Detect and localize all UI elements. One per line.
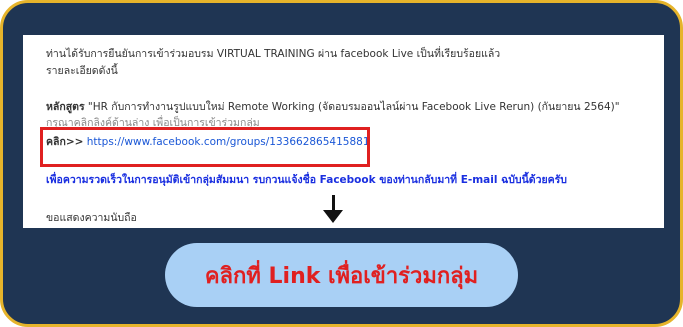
confirmation-text: ท่านได้รับการยืนยันการเข้าร่วมอบรม VIRTU… xyxy=(46,48,501,60)
link-highlight-box xyxy=(40,127,370,167)
join-group-button[interactable]: คลิกที่ Link เพื่อเข้าร่วมกลุ่ม xyxy=(165,243,518,307)
details-intro: รายละเอียดดังนี้ xyxy=(46,65,118,77)
arrow-head xyxy=(323,210,343,223)
course-title: "HR กับการทำงานรูปแบบใหม่ Remote Working… xyxy=(84,101,620,113)
banner-frame: ท่านได้รับการยืนยันการเข้าร่วมอบรม VIRTU… xyxy=(0,0,683,327)
email-screenshot: ท่านได้รับการยืนยันการเข้าร่วมอบรม VIRTU… xyxy=(23,35,664,228)
course-line: หลักสูตร "HR กับการทำงานรูปแบบใหม่ Remot… xyxy=(46,98,620,115)
approval-notice: เพื่อความรวดเร็วในการอนุมัติเข้ากลุ่มสัม… xyxy=(46,174,567,186)
closing-text: ขอแสดงความนับถือ xyxy=(46,212,137,224)
course-label: หลักสูตร xyxy=(46,101,85,113)
